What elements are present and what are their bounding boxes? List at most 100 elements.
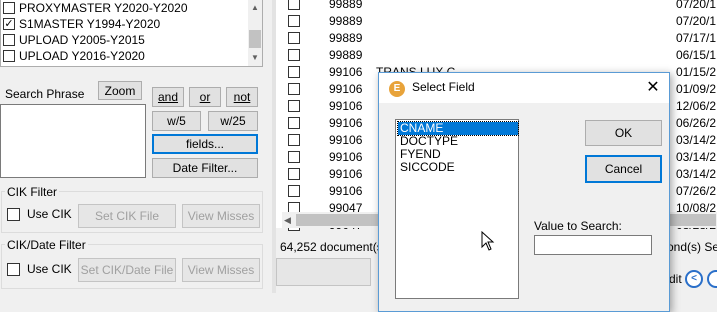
table-row[interactable]: 99889 07/20/1 — [276, 0, 717, 13]
row-cik: 99889 — [329, 31, 363, 45]
index-checkbox[interactable] — [3, 50, 15, 62]
view-misses-date-button[interactable]: View Misses — [182, 258, 260, 282]
row-cik: 99106 — [329, 167, 363, 181]
row-date: 03/14/2 — [676, 167, 717, 181]
index-label: S1MASTER Y1994-Y2020 — [19, 17, 161, 31]
index-list[interactable]: PROXYMASTER Y2020-Y2020 ✓ S1MASTER Y1994… — [0, 0, 263, 67]
within-5-button[interactable]: w/5 — [152, 111, 201, 131]
table-row[interactable]: 99889 07/17/1 — [276, 30, 717, 47]
value-to-search-input[interactable] — [534, 235, 652, 255]
index-checkbox[interactable] — [3, 2, 15, 14]
and-button[interactable]: and — [152, 87, 184, 107]
table-row[interactable]: 99889 06/15/1 — [276, 47, 717, 64]
or-label: or — [199, 90, 211, 104]
row-cik: 99106 — [329, 150, 363, 164]
row-cik: 99106 — [329, 65, 363, 79]
row-cik: 99106 — [329, 82, 363, 96]
row-date: 07/26/2 — [676, 184, 717, 198]
index-item[interactable]: UPLOAD Y2016-Y2020 — [1, 48, 249, 64]
row-checkbox[interactable] — [288, 0, 300, 10]
row-checkbox[interactable] — [288, 168, 300, 180]
row-checkbox[interactable] — [288, 32, 300, 44]
scrollbar-thumb[interactable] — [249, 30, 261, 48]
row-cik: 99106 — [329, 116, 363, 130]
row-date: 07/17/1 — [676, 31, 717, 45]
row-date: 12/06/2 — [676, 99, 717, 113]
row-checkbox[interactable] — [288, 66, 300, 78]
field-list[interactable]: CNAME DOCTYPE FYEND SICCODE — [395, 119, 519, 299]
index-checkbox[interactable] — [3, 34, 15, 46]
use-cik-label: Use CIK — [27, 207, 72, 221]
chevron-up-icon[interactable]: ▲ — [248, 2, 262, 14]
not-button[interactable]: not — [226, 87, 258, 107]
row-date: 01/15/2 — [676, 65, 717, 79]
or-button[interactable]: or — [189, 87, 221, 107]
ok-button[interactable]: OK — [585, 120, 662, 146]
row-cik: 99106 — [329, 99, 363, 113]
use-cik-date-checkbox[interactable] — [7, 263, 20, 276]
use-cik-date-label: Use CIK — [27, 262, 72, 276]
index-label: UPLOAD Y2016-Y2020 — [19, 49, 145, 63]
use-cik-checkbox[interactable] — [7, 208, 20, 221]
and-label: and — [157, 90, 179, 104]
zoom-button[interactable]: Zoom — [98, 81, 142, 100]
index-item[interactable]: PROXYMASTER Y2020-Y2020 — [1, 0, 249, 16]
fields-button[interactable]: fields... — [152, 134, 258, 154]
edit-label: dit — [669, 272, 682, 286]
index-item[interactable]: UPLOAD Y2005-Y2015 — [1, 32, 249, 48]
app-icon: E — [389, 81, 405, 97]
cancel-button[interactable]: Cancel — [585, 155, 662, 183]
search-phrase-input[interactable] — [0, 104, 146, 178]
table-row[interactable]: 99889 07/20/1 — [276, 13, 717, 30]
document-count: 64,252 document(s) — [280, 240, 387, 254]
index-label: UPLOAD Y2005-Y2015 — [19, 33, 145, 47]
cik-filter-label: CIK Filter — [5, 185, 60, 199]
row-checkbox[interactable] — [288, 83, 300, 95]
search-phrase-label: Search Phrase — [5, 87, 85, 101]
set-cik-date-file-button[interactable]: Set CIK/Date File — [78, 258, 176, 282]
field-item[interactable]: SICCODE — [398, 161, 518, 174]
chevron-left-icon[interactable]: ◀ — [284, 212, 291, 228]
close-icon[interactable]: ✕ — [641, 77, 665, 99]
row-cik: 99106 — [329, 133, 363, 147]
row-date: 06/15/1 — [676, 48, 717, 62]
row-cik: 99889 — [329, 14, 363, 28]
within-25-button[interactable]: w/25 — [208, 111, 258, 131]
left-panel: PROXYMASTER Y2020-Y2020 ✓ S1MASTER Y1994… — [0, 0, 272, 293]
select-field-dialog: E Select Field ✕ CNAME DOCTYPE FYEND SIC… — [378, 72, 670, 312]
dialog-titlebar[interactable]: E Select Field ✕ — [379, 73, 669, 103]
row-date: 06/26/2 — [676, 116, 717, 130]
row-checkbox[interactable] — [288, 117, 300, 129]
row-checkbox[interactable] — [288, 100, 300, 112]
not-label: not — [233, 90, 251, 104]
index-label: PROXYMASTER Y2020-Y2020 — [19, 1, 188, 15]
row-date: 07/20/1 — [676, 0, 717, 11]
row-checkbox[interactable] — [288, 151, 300, 163]
nav-back-icon[interactable]: < — [685, 270, 703, 288]
row-date: 03/14/2 — [676, 133, 717, 147]
view-misses-button[interactable]: View Misses — [182, 204, 260, 228]
dialog-title: Select Field — [412, 80, 475, 94]
chevron-down-icon[interactable]: ▼ — [248, 52, 262, 64]
status-right-text: ond(s) Se — [667, 240, 717, 254]
value-to-search-label: Value to Search: — [534, 219, 622, 233]
date-filter-button[interactable]: Date Filter... — [152, 158, 258, 178]
index-list-scrollbar[interactable]: ▲ ▼ — [248, 0, 262, 66]
row-checkbox[interactable] — [288, 49, 300, 61]
row-cik: 99106 — [329, 184, 363, 198]
mouse-cursor-icon — [481, 231, 495, 251]
row-date: 07/20/1 — [676, 14, 717, 28]
set-cik-file-button[interactable]: Set CIK File — [78, 204, 176, 228]
index-checkbox[interactable]: ✓ — [3, 18, 15, 30]
row-cik: 99889 — [329, 0, 363, 11]
row-checkbox[interactable] — [288, 15, 300, 27]
nav-forward-icon[interactable] — [707, 270, 717, 288]
row-checkbox[interactable] — [288, 185, 300, 197]
index-item[interactable]: ✓ S1MASTER Y1994-Y2020 — [1, 16, 249, 32]
row-date: 01/09/2 — [676, 82, 717, 96]
row-cik: 99889 — [329, 48, 363, 62]
row-date: 03/14/2 — [676, 150, 717, 164]
cik-date-filter-label: CIK/Date Filter — [5, 238, 88, 252]
row-checkbox[interactable] — [288, 134, 300, 146]
bottom-panel-box — [276, 258, 371, 286]
